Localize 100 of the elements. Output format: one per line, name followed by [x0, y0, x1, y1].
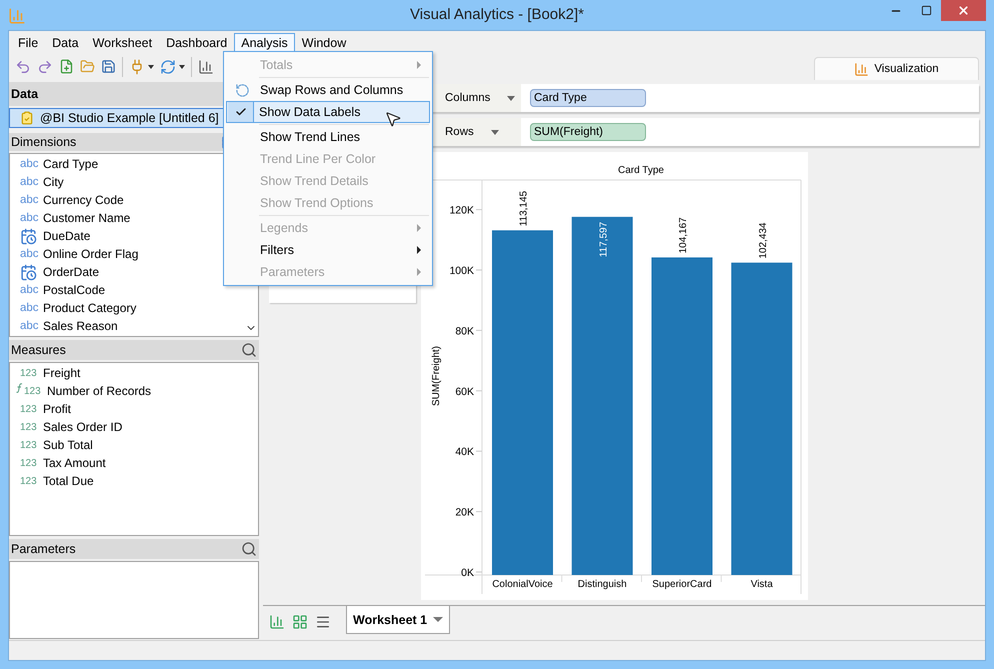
type-label: abc [20, 176, 40, 188]
menu-item[interactable]: Show Trend Lines [227, 126, 429, 148]
field-name: Total Due [43, 474, 94, 488]
field-name: Card Type [43, 157, 98, 171]
field-name: Product Category [43, 301, 136, 315]
panel-title: Measures [11, 343, 66, 357]
mouse-pointer-icon [384, 110, 402, 128]
axis-tick: 120K [449, 204, 482, 217]
y-tick-label: 40K [455, 446, 474, 458]
type-label: 123 [20, 422, 38, 432]
field-pill[interactable]: Card Type [530, 89, 646, 107]
menu-item[interactable]: Swap Rows and Columns [227, 79, 429, 101]
save-icon[interactable] [101, 59, 116, 74]
axis-tick: 80K [455, 325, 482, 338]
list-icon[interactable] [315, 614, 331, 630]
y-tick-label: 60K [455, 386, 474, 398]
close-button[interactable] [941, 0, 986, 21]
data-label: 102,434 [758, 222, 769, 259]
type-label: abc [20, 158, 40, 170]
chart-title: Card Type [618, 165, 664, 176]
category-label: SuperiorCard [652, 579, 712, 590]
shelf-label[interactable]: Rows [431, 118, 521, 146]
add-chart-icon[interactable] [269, 614, 285, 630]
field-name: Customer Name [43, 211, 130, 225]
field-item[interactable]: abc PostalCode [10, 281, 258, 299]
y-tick-label: 120K [449, 204, 474, 217]
caret-icon[interactable] [490, 130, 499, 134]
menu-item[interactable]: Analysis [234, 33, 295, 53]
undo-icon[interactable] [15, 58, 31, 74]
menu-item[interactable]: Data [45, 33, 86, 53]
menu-item[interactable]: Dashboard [159, 33, 234, 53]
add-grid-icon[interactable] [292, 614, 308, 630]
field-name: DueDate [43, 229, 90, 243]
axis-tick: 20K [455, 506, 482, 519]
sheet-tab[interactable]: Worksheet 1 [346, 606, 450, 634]
field-pill[interactable]: SUM(Freight) [530, 123, 646, 141]
menu-item[interactable]: File [11, 33, 46, 53]
axis-tick: 100K [449, 265, 482, 277]
field-name: PostalCode [43, 283, 106, 297]
type-label: 123 [20, 368, 38, 378]
chart-icon [854, 62, 870, 76]
caret-icon[interactable] [179, 64, 185, 68]
formula-icon [16, 383, 24, 393]
shelf-label[interactable]: Columns [431, 84, 521, 112]
field-item[interactable]: 123 Sub Total [10, 436, 258, 454]
axis-tick: 0K [461, 567, 482, 579]
category-label: Vista [750, 579, 773, 590]
caret-icon[interactable] [507, 96, 516, 100]
field-name: Sales Reason [43, 319, 118, 333]
field-item[interactable]: 123 Number of Records [10, 382, 258, 400]
axis-tick: 60K [455, 386, 482, 398]
field-name: Sales Order ID [43, 420, 122, 434]
type-label: abc [20, 320, 40, 332]
axis-label: SUM(Freight) [431, 346, 442, 406]
type-label: abc [20, 194, 40, 206]
field-item[interactable]: abc Product Category [10, 299, 258, 317]
field-name: Profit [43, 402, 72, 416]
view-tab[interactable]: Visualization [814, 57, 979, 80]
search-icon[interactable] [241, 342, 257, 358]
type-label: abc [20, 302, 40, 314]
caret-icon[interactable] [148, 64, 154, 68]
field-name: Sub Total [43, 438, 93, 452]
field-name: Tax Amount [43, 456, 106, 470]
rotate-arrow-icon [234, 82, 250, 98]
field-name: Number of Records [47, 384, 152, 398]
field-name: OrderDate [43, 265, 100, 279]
type-label: 123 [20, 458, 38, 468]
new-file-icon[interactable] [59, 59, 74, 74]
category-label: ColonialVoice [492, 579, 553, 590]
data-label: 104,167 [678, 217, 689, 254]
field-item[interactable]: 123 Tax Amount [10, 454, 258, 472]
close-icon [957, 4, 970, 17]
data-label: 117,597 [598, 222, 610, 258]
axis-tick: 40K [455, 446, 482, 458]
add-chart-icon[interactable] [198, 58, 214, 74]
field-name: Freight [43, 366, 80, 380]
panel-title: Dimensions [11, 135, 76, 149]
y-tick-label: 20K [455, 506, 474, 519]
redo-icon[interactable] [37, 58, 53, 74]
field-item[interactable]: 123 Sales Order ID [10, 418, 258, 436]
field-item[interactable]: 123 Freight [10, 364, 258, 382]
type-label: abc [20, 212, 40, 224]
type-label: 123 [20, 476, 38, 486]
category-label: Distinguish [578, 579, 627, 590]
field-name: Online Order Flag [43, 247, 138, 261]
y-tick-label: 80K [455, 325, 474, 338]
search-icon[interactable] [241, 541, 257, 557]
type-label: 123 [20, 404, 38, 414]
y-tick-label: 100K [449, 265, 474, 277]
menu-item[interactable]: Worksheet [86, 33, 160, 53]
menu-item[interactable]: Window [294, 33, 354, 53]
field-item[interactable]: 123 Total Due [10, 472, 258, 490]
field-item[interactable]: 123 Profit [10, 400, 258, 418]
panel-title: Data [11, 87, 38, 101]
type-label: 123 [24, 386, 42, 396]
field-name: Currency Code [43, 193, 124, 207]
type-label: abc [20, 248, 40, 260]
clipboard-check-icon [20, 111, 34, 125]
field-item[interactable]: abc Sales Reason [10, 317, 258, 335]
calendar-icon [20, 264, 37, 280]
